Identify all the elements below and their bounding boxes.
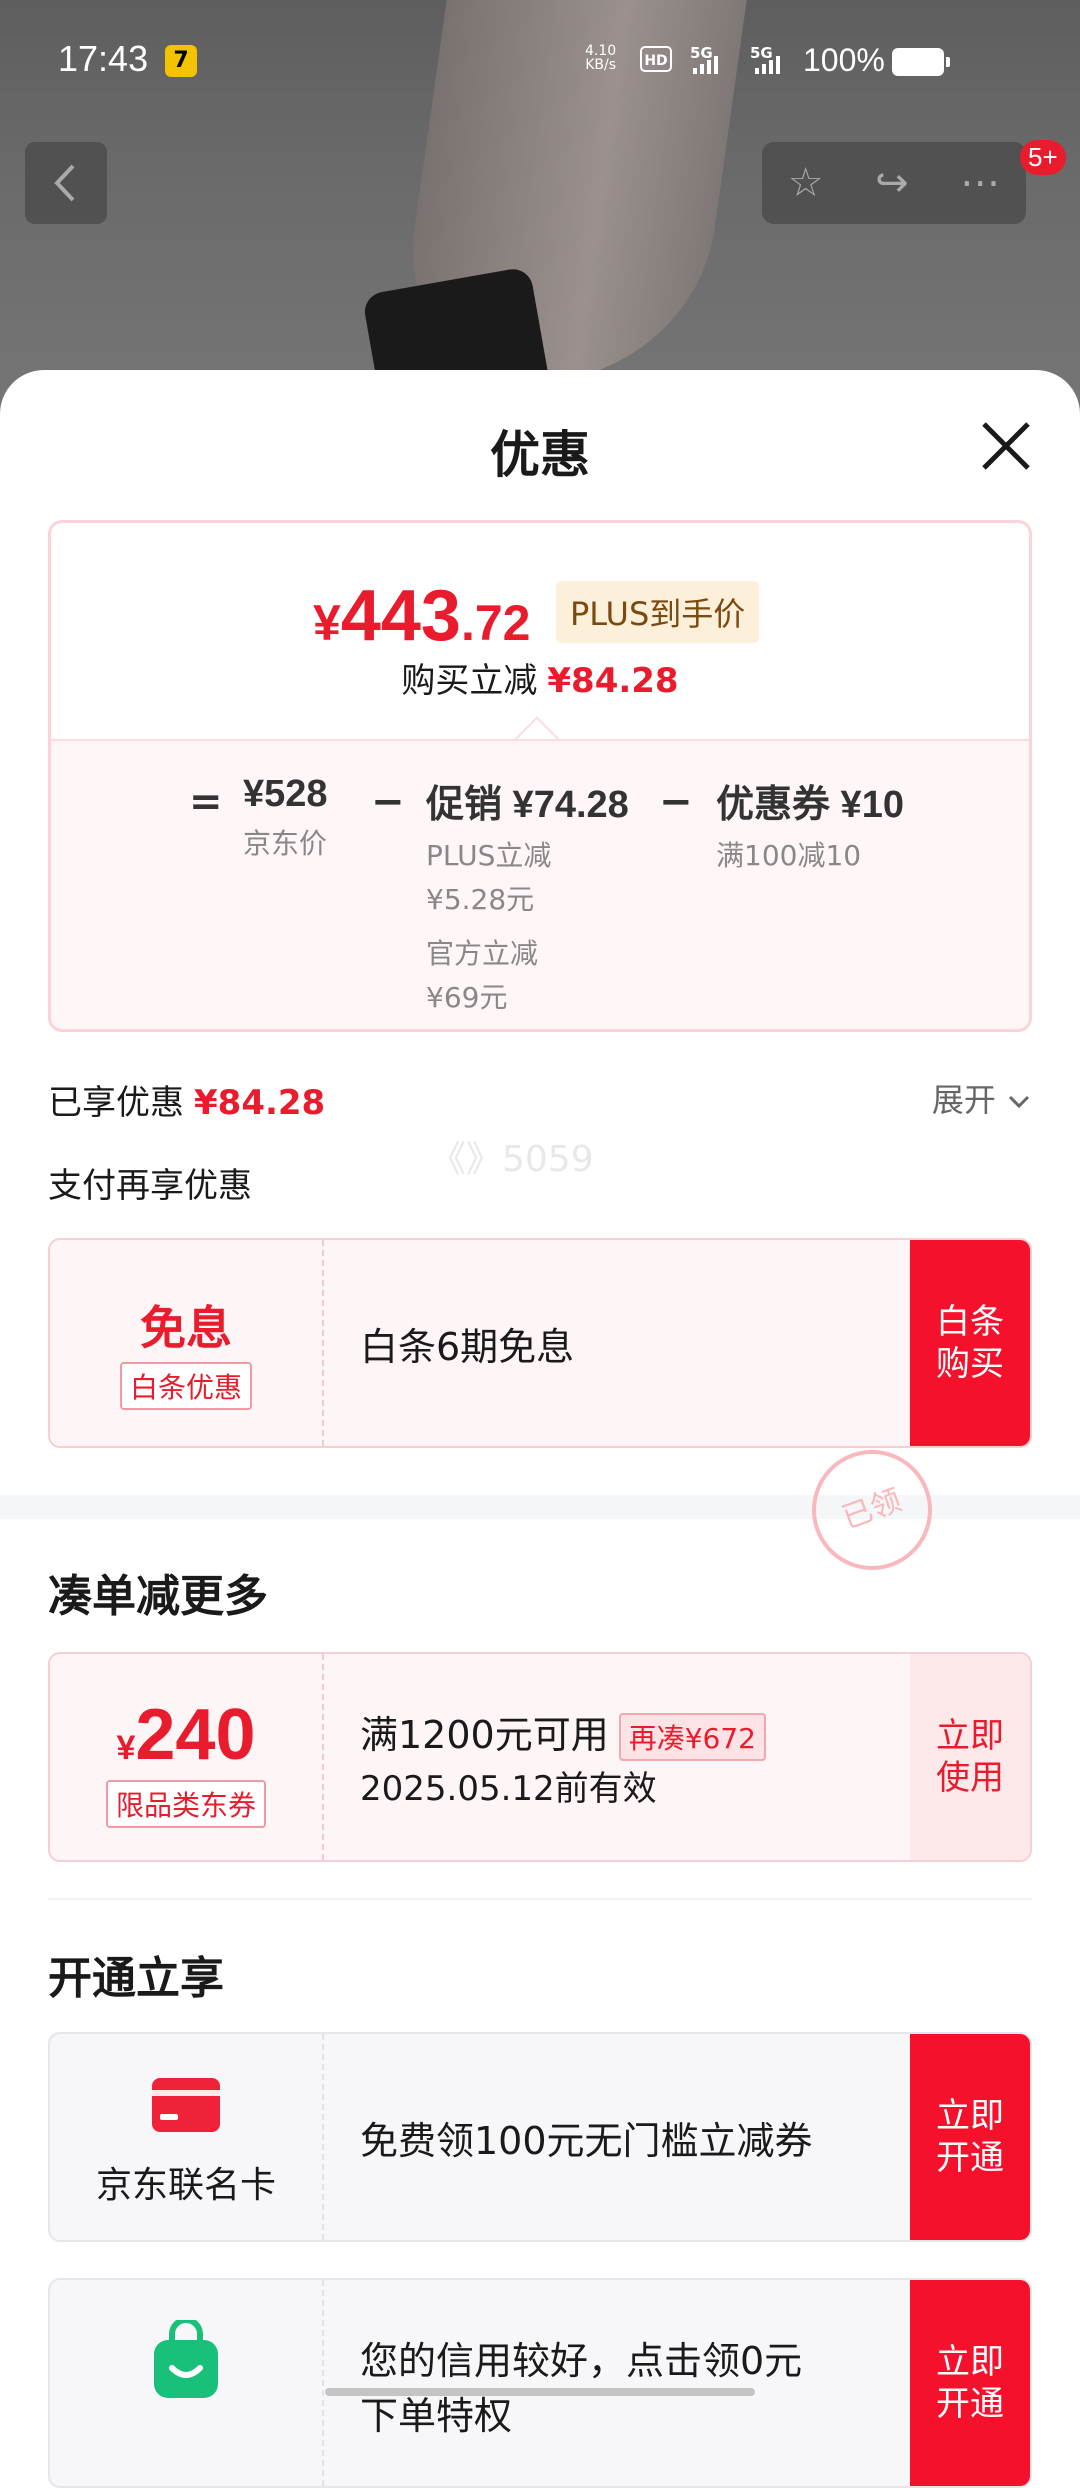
battery-percent: 100% bbox=[803, 42, 885, 78]
signal-bars-1-icon bbox=[693, 56, 718, 74]
jd-price-label: 京东价 bbox=[243, 827, 328, 860]
baitiao-description: 白条6期免息 bbox=[360, 1324, 575, 1369]
credit-card-icon bbox=[152, 2078, 220, 2132]
plus-price-tag: PLUS到手价 bbox=[556, 581, 760, 643]
baitiao-tag: 白条优惠 bbox=[119, 1362, 252, 1410]
coupon-category-tag: 限品类东券 bbox=[105, 1780, 266, 1828]
use-coupon-button[interactable]: 立即 使用 bbox=[910, 1654, 1030, 1860]
price-integer: 443 bbox=[340, 576, 461, 656]
claimed-stamp: 已领 bbox=[795, 1433, 949, 1587]
baitiao-left: 免息 白条优惠 bbox=[50, 1240, 324, 1446]
share-icon[interactable]: ↪ bbox=[875, 160, 909, 206]
coupon-card: ¥240 限品类东券 满1200元可用 再凑¥672 2025.05.12前有效 … bbox=[48, 1652, 1032, 1862]
network-speed-unit: KB/s bbox=[585, 57, 616, 73]
coupon-threshold: 满1200元可用 bbox=[360, 1712, 609, 1757]
signal-bars-2-icon bbox=[755, 56, 780, 74]
promo-detail-official-value: ¥69元 bbox=[426, 981, 508, 1014]
coupon-value: ¥240 bbox=[50, 1694, 322, 1776]
promo-detail-plus-label: PLUS立减 bbox=[426, 839, 552, 872]
hd-icon: HD bbox=[640, 46, 672, 72]
enjoyed-amount: ¥84.28 bbox=[194, 1083, 326, 1123]
coupon-expiry: 2025.05.12前有效 bbox=[360, 1769, 657, 1810]
combine-section-title: 凑单减更多 bbox=[48, 1571, 268, 1622]
network-speed: 4.10 KB/s bbox=[585, 44, 616, 72]
coupon-left: ¥240 限品类东券 bbox=[50, 1654, 324, 1860]
price-currency: ¥ bbox=[313, 595, 341, 651]
final-price: ¥443.72 bbox=[313, 575, 530, 657]
app-notification-icon: 7 bbox=[165, 45, 197, 77]
jd-card-description: 免费领100元无门槛立减券 bbox=[360, 2118, 813, 2163]
nav-actions: ☆ ↪ ⋯ bbox=[762, 142, 1026, 224]
baitiao-buy-button[interactable]: 白条 购买 bbox=[910, 1240, 1030, 1446]
coupon-info: 满1200元可用 再凑¥672 2025.05.12前有效 bbox=[360, 1654, 766, 1860]
back-button[interactable] bbox=[25, 142, 107, 224]
purchase-reduction: 购买立减 ¥84.28 bbox=[51, 653, 1029, 702]
jd-card-name: 京东联名卡 bbox=[95, 2165, 276, 2206]
baitiao-card: 免息 白条优惠 白条6期免息 白条 购买 bbox=[48, 1238, 1032, 1448]
coupon-currency: ¥ bbox=[116, 1729, 136, 1767]
network-speed-value: 4.10 bbox=[585, 43, 617, 59]
sheet-title: 优惠 bbox=[490, 426, 590, 484]
status-bar: 17:43 7 4.10 KB/s HD 5G 5G 100% bbox=[0, 0, 1080, 125]
price-decimal: .72 bbox=[460, 595, 531, 651]
coupon-cell: 优惠券 ¥10 满100减10 bbox=[716, 773, 904, 878]
open-jd-card-button[interactable]: 立即 开通 bbox=[910, 2034, 1030, 2240]
chevron-down-icon bbox=[1008, 1095, 1030, 1109]
price-summary-box: ¥443.72 PLUS到手价 购买立减 ¥84.28 = ¥528 京东价 − … bbox=[48, 520, 1032, 1032]
shopping-bag-icon bbox=[154, 2317, 218, 2398]
coupon-amount: 优惠券 ¥10 bbox=[716, 784, 904, 826]
credit-offer-line1: 您的信用较好，点击领0元 bbox=[360, 2339, 803, 2383]
expand-button[interactable]: 展开 bbox=[932, 1075, 1032, 1121]
coupon-number: 240 bbox=[135, 1695, 256, 1775]
watermark: 《》5059 bbox=[430, 1139, 594, 1180]
battery-icon bbox=[892, 48, 950, 76]
minus-sign: − bbox=[371, 779, 405, 825]
star-icon[interactable]: ☆ bbox=[788, 160, 824, 206]
credit-offer-left bbox=[50, 2280, 324, 2486]
clock: 17:43 bbox=[58, 38, 149, 79]
home-indicator[interactable] bbox=[325, 2388, 755, 2396]
promo-detail-plus-value: ¥5.28元 bbox=[426, 883, 535, 916]
coupon-detail: 满100减10 bbox=[716, 839, 862, 872]
expand-label: 展开 bbox=[931, 1081, 996, 1119]
reduce-amount: ¥84.28 bbox=[547, 661, 679, 701]
open-section-title: 开通立享 bbox=[48, 1953, 224, 2004]
equals-sign: = bbox=[189, 779, 223, 825]
jd-price-cell: ¥528 京东价 bbox=[243, 773, 328, 866]
more-icon[interactable]: ⋯ bbox=[960, 160, 1000, 206]
chevron-left-icon bbox=[54, 164, 75, 202]
promo-amount: 促销 ¥74.28 bbox=[426, 784, 629, 826]
open-credit-button[interactable]: 立即 开通 bbox=[910, 2280, 1030, 2486]
price-breakdown: = ¥528 京东价 − 促销 ¥74.28 PLUS立减 ¥5.28元 官方立… bbox=[51, 739, 1029, 1029]
jd-card-left: 京东联名卡 bbox=[50, 2034, 324, 2240]
jd-price: ¥528 bbox=[243, 773, 328, 815]
divider-line bbox=[48, 1898, 1032, 1900]
enjoyed-label: 已享优惠 bbox=[48, 1083, 184, 1123]
credit-offer-description: 您的信用较好，点击领0元 下单特权 bbox=[360, 2280, 803, 2486]
minus-sign: − bbox=[659, 779, 693, 825]
credit-offer-card: 您的信用较好，点击领0元 下单特权 立即 开通 bbox=[48, 2278, 1032, 2488]
promo-cell: 促销 ¥74.28 PLUS立减 ¥5.28元 官方立减 ¥69元 bbox=[426, 773, 629, 1020]
discount-sheet: 优惠 ¥443.72 PLUS到手价 购买立减 ¥84.28 = ¥528 京东价… bbox=[0, 370, 1080, 2488]
reduce-label: 购买立减 bbox=[401, 661, 538, 701]
pay-discount-title: 支付再享优惠 bbox=[48, 1166, 252, 1206]
promo-detail: PLUS立减 ¥5.28元 官方立减 ¥69元 bbox=[426, 834, 629, 1020]
close-icon[interactable] bbox=[978, 418, 1034, 474]
promo-detail-official-label: 官方立减 bbox=[426, 937, 539, 970]
notification-badge: 5+ bbox=[1020, 140, 1066, 175]
jd-card-offer: 京东联名卡 免费领100元无门槛立减券 立即 开通 bbox=[48, 2032, 1032, 2242]
interest-free-label: 免息 bbox=[140, 1301, 232, 1355]
enjoyed-discount: 已享优惠 ¥84.28 bbox=[48, 1075, 325, 1124]
combine-more-tag: 再凑¥672 bbox=[618, 1713, 766, 1762]
